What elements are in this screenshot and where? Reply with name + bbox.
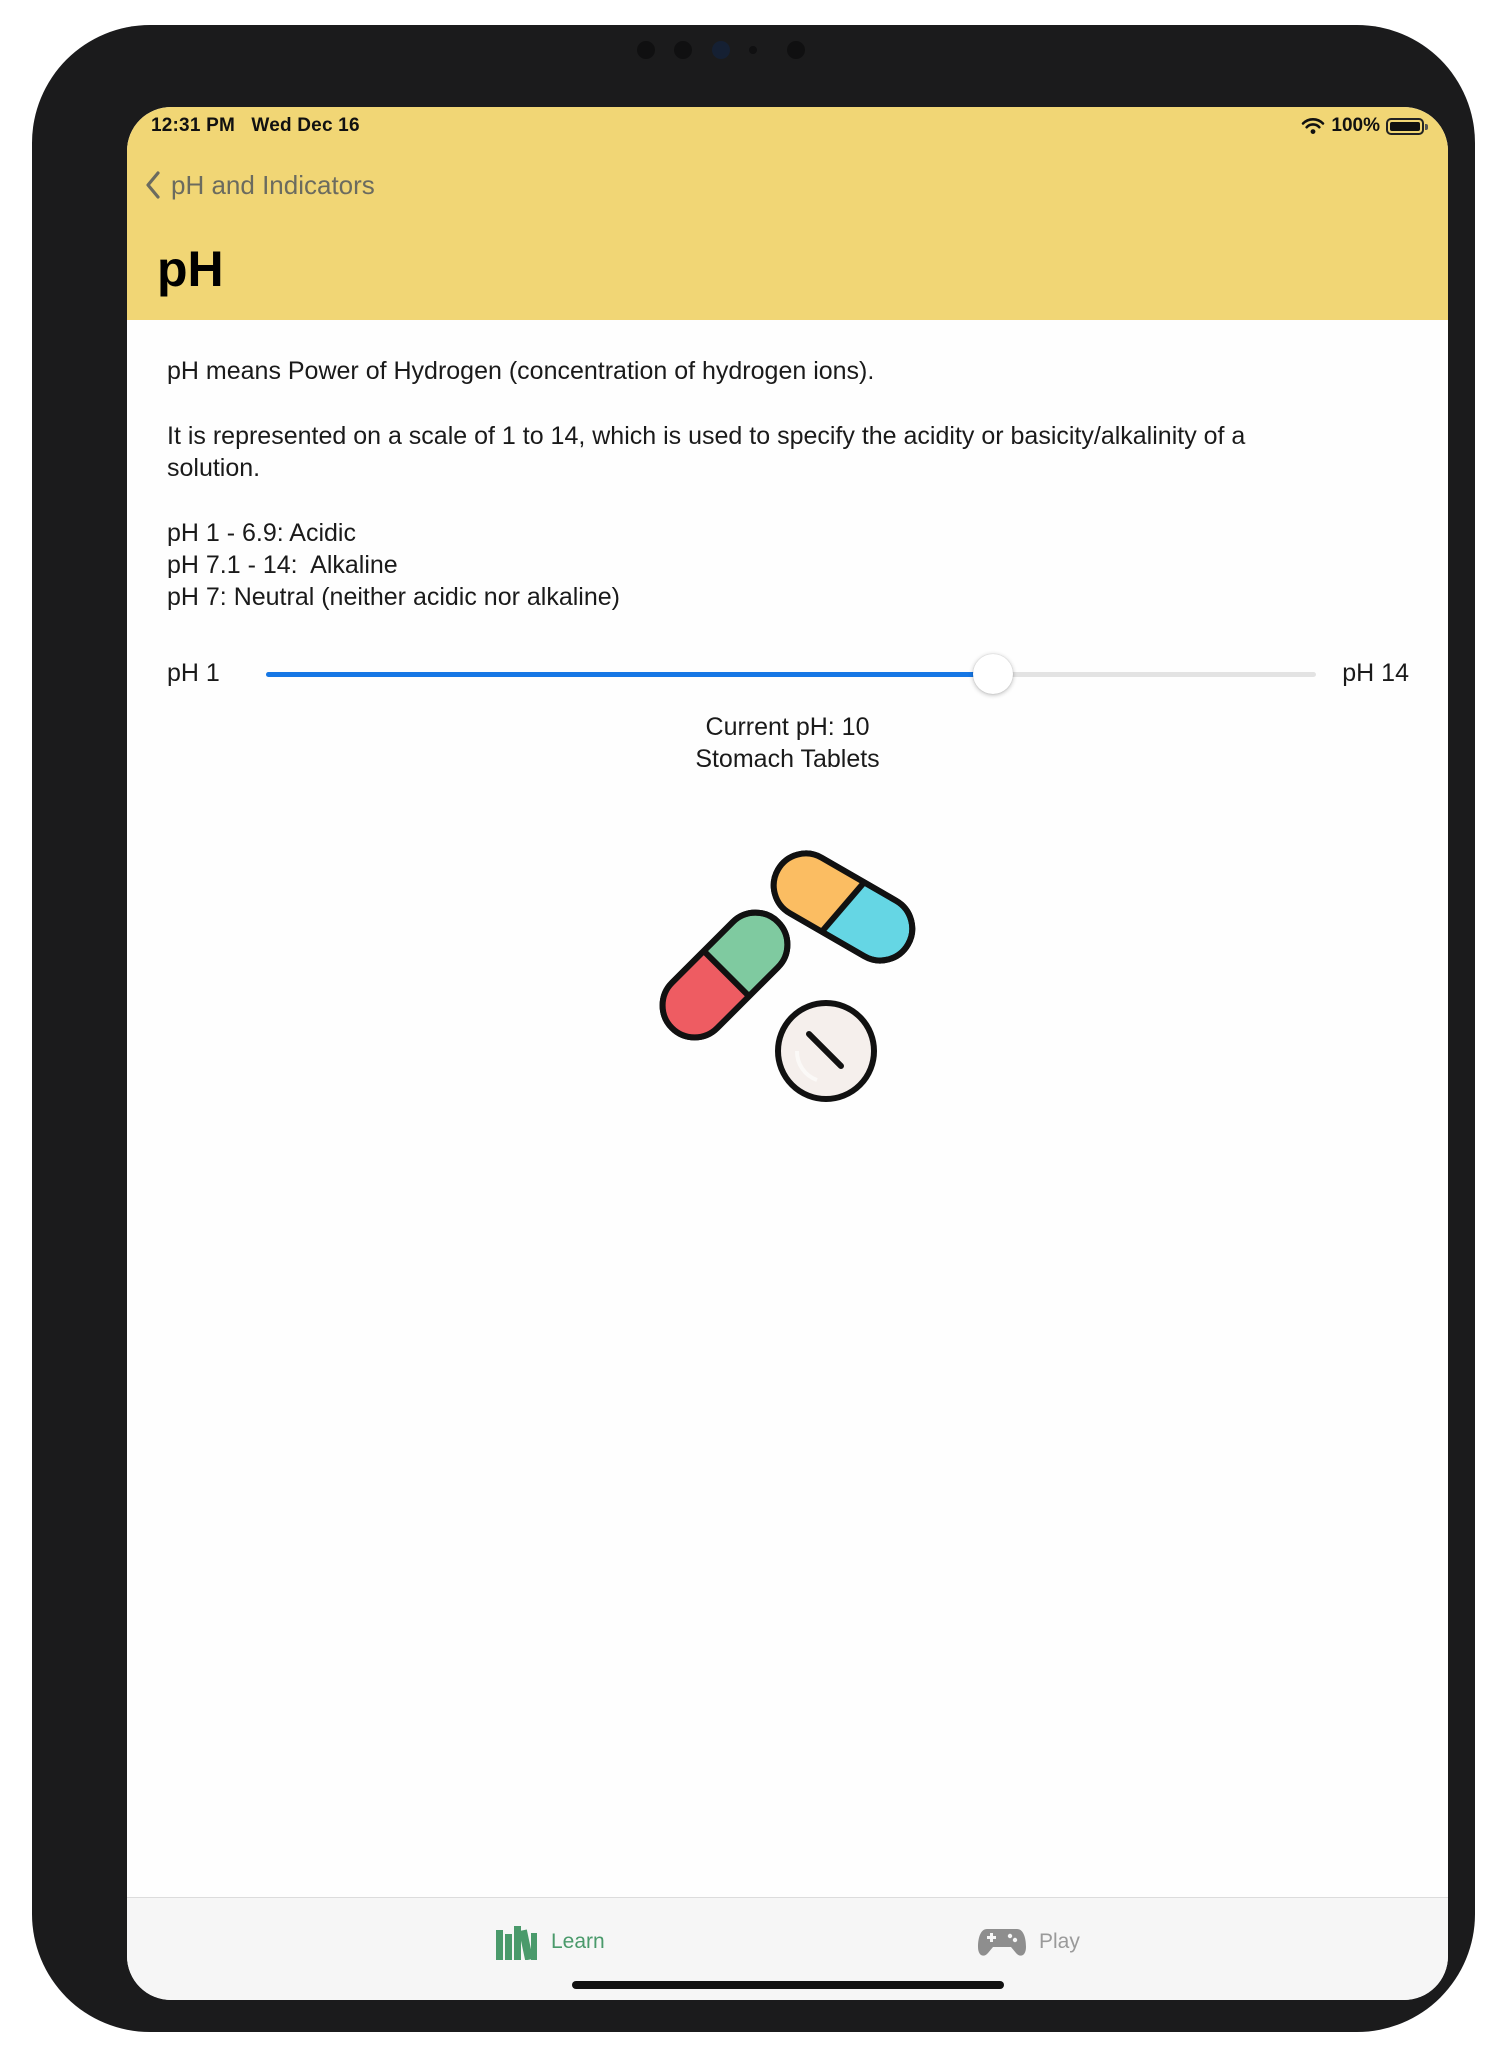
page-title: pH xyxy=(157,241,224,297)
tablet-frame: 12:31 PM Wed Dec 16 100% pH and Indicato xyxy=(32,25,1475,2032)
ph-range-acidic: pH 1 - 6.9: Acidic xyxy=(167,519,356,547)
status-time-date: 12:31 PM Wed Dec 16 xyxy=(151,115,360,136)
sample-name: Stomach Tablets xyxy=(695,745,880,773)
navigation-header: 12:31 PM Wed Dec 16 100% pH and Indicato xyxy=(127,107,1448,320)
status-indicators: 100% xyxy=(1301,114,1428,138)
ph-range-alkaline: pH 7.1 - 14: Alkaline xyxy=(167,551,398,579)
content-body: pH means Power of Hydrogen (concentratio… xyxy=(167,355,1407,613)
back-button-label: pH and Indicators xyxy=(171,169,375,200)
ph-ranges-list: pH 1 - 6.9: Acidic pH 7.1 - 14: Alkaline… xyxy=(167,517,1407,613)
intro-text: pH means Power of Hydrogen (concentratio… xyxy=(167,357,875,385)
tab-play[interactable]: Play xyxy=(977,1920,1080,1964)
gamepad-icon xyxy=(978,1929,1026,1956)
ph-slider-thumb[interactable] xyxy=(973,654,1013,694)
chevron-left-icon xyxy=(146,171,160,199)
ph-range-neutral: pH 7: Neutral (neither acidic nor alkali… xyxy=(167,583,620,611)
ph-slider[interactable] xyxy=(266,654,1316,694)
books-icon xyxy=(496,1926,537,1960)
ph-slider-fill xyxy=(266,672,993,677)
battery-icon xyxy=(1386,117,1428,135)
tab-learn[interactable]: Learn xyxy=(495,1920,605,1964)
screen: 12:31 PM Wed Dec 16 100% pH and Indicato xyxy=(127,107,1448,2000)
slider-min-label: pH 1 xyxy=(167,659,220,687)
wifi-icon xyxy=(1302,118,1325,134)
scale-description-text: It is represented on a scale of 1 to 14,… xyxy=(167,422,1246,482)
camera-sensors xyxy=(627,35,857,63)
ph-slider-row: pH 1 pH 14 xyxy=(167,652,1409,698)
battery-percentage: 100% xyxy=(1331,115,1380,136)
home-indicator[interactable] xyxy=(572,1981,1004,1989)
slider-max-label: pH 14 xyxy=(1342,659,1409,687)
back-button[interactable]: pH and Indicators xyxy=(145,165,375,205)
current-ph-value: Current pH: 10 xyxy=(705,713,870,741)
tab-learn-label: Learn xyxy=(551,1930,605,1953)
tab-play-label: Play xyxy=(1039,1930,1080,1953)
pills-icon xyxy=(659,850,916,1102)
